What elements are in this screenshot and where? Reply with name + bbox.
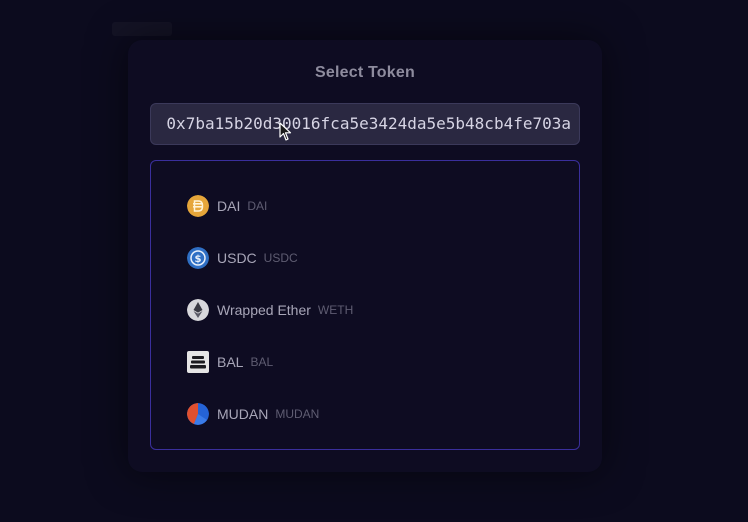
token-symbol: MUDAN xyxy=(275,407,320,421)
background-placeholder xyxy=(112,22,172,36)
token-symbol: USDC xyxy=(263,251,298,265)
token-name: Wrapped Ether xyxy=(217,302,311,318)
token-symbol: BAL xyxy=(250,355,274,369)
mouse-cursor-icon xyxy=(279,122,292,141)
token-symbol: DAI xyxy=(247,199,268,213)
svg-text:$: $ xyxy=(195,254,202,265)
modal-title: Select Token xyxy=(315,64,415,81)
token-list: DAI DAI $ USDC USDC Wrapped Ether WETH B… xyxy=(150,160,580,450)
weth-icon xyxy=(187,299,209,321)
token-item-usdc[interactable]: $ USDC USDC xyxy=(187,246,298,270)
token-name: MUDAN xyxy=(217,406,269,422)
select-token-modal: Select Token DAI DAI $ xyxy=(128,40,602,472)
token-symbol: WETH xyxy=(317,303,354,317)
token-search-box[interactable] xyxy=(150,103,580,145)
token-search-input[interactable] xyxy=(151,104,571,144)
token-name: DAI xyxy=(217,198,241,214)
token-item-weth[interactable]: Wrapped Ether WETH xyxy=(187,298,353,322)
token-item-dai[interactable]: DAI DAI xyxy=(187,194,267,218)
mudan-icon xyxy=(187,403,209,425)
token-name: USDC xyxy=(217,250,257,266)
token-item-bal[interactable]: BAL BAL xyxy=(187,350,273,374)
bal-icon xyxy=(187,351,209,373)
token-name: BAL xyxy=(217,354,244,370)
dai-icon xyxy=(187,195,209,217)
token-item-mudan[interactable]: MUDAN MUDAN xyxy=(187,402,319,426)
usdc-icon: $ xyxy=(187,247,209,269)
